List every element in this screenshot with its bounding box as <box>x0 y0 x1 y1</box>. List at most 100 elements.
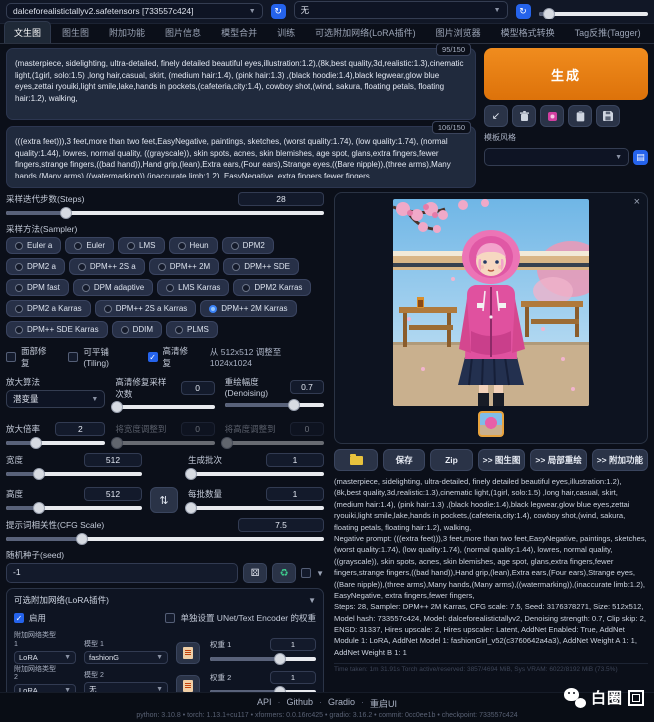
lora-model-dropdown[interactable]: 无▼ <box>84 682 168 692</box>
checkpoint-dropdown[interactable]: dalceforealistictallyv2.safetensors [733… <box>6 3 263 19</box>
tab-文生图[interactable]: 文生图 <box>4 21 51 43</box>
lora-weight-slider[interactable] <box>210 685 316 692</box>
paste-params-button[interactable]: ↙ <box>484 105 508 127</box>
output-action-button[interactable]: Zip <box>430 449 472 471</box>
sampler-option[interactable]: DPM2 a <box>6 258 65 275</box>
sampler-option[interactable]: DPM++ SDE Karras <box>6 321 108 338</box>
clear-prompt-button[interactable] <box>512 105 536 127</box>
restore-faces-checkbox[interactable]: 面部修复 <box>6 345 54 369</box>
vae-dropdown[interactable]: 无 ▼ <box>294 1 508 19</box>
height-value[interactable]: 512 <box>84 487 142 501</box>
sampler-option[interactable]: DPM2 <box>222 237 274 254</box>
sampler-option[interactable]: DPM++ 2S a Karras <box>95 300 197 317</box>
denoising-slider[interactable] <box>225 398 324 410</box>
style-template-dropdown[interactable]: ▼ <box>484 148 629 166</box>
sampler-option[interactable]: DPM++ 2S a <box>69 258 145 275</box>
lora-type-dropdown[interactable]: LoRA▼ <box>14 684 76 692</box>
sampler-option[interactable]: DPM2 Karras <box>233 279 311 296</box>
lora-weight-value[interactable]: 1 <box>270 671 316 684</box>
sampler-option[interactable]: DDIM <box>112 321 162 338</box>
negative-prompt-input[interactable]: (((extra feet))),3 feet,more than two fe… <box>15 136 467 178</box>
hires-steps-slider[interactable] <box>115 400 214 412</box>
generated-image[interactable] <box>393 199 589 406</box>
clip-skip-slider[interactable] <box>539 7 649 19</box>
width-slider[interactable] <box>6 467 142 479</box>
lora-weight-slider[interactable] <box>210 652 316 664</box>
denoising-value[interactable]: 0.7 <box>290 380 324 394</box>
lora-file-button[interactable] <box>176 675 200 692</box>
seed-expand-icon[interactable]: ▼ <box>316 569 324 578</box>
footer-link-API[interactable]: API <box>257 697 272 710</box>
hires-fix-checkbox[interactable]: ✓高清修复 <box>148 345 196 369</box>
steps-slider[interactable] <box>6 206 324 218</box>
image-thumbnail[interactable] <box>478 411 504 437</box>
extra-seed-checkbox[interactable] <box>301 568 311 578</box>
sampler-option[interactable]: DPM++ 2M <box>149 258 219 275</box>
upscale-by-slider[interactable] <box>6 436 105 448</box>
sampler-option[interactable]: DPM fast <box>6 279 69 296</box>
tab-模型合并[interactable]: 模型合并 <box>212 22 266 43</box>
extra-networks-button[interactable] <box>540 105 564 127</box>
tab-图片信息[interactable]: 图片信息 <box>156 22 210 43</box>
lora-weight-value[interactable]: 1 <box>270 638 316 651</box>
batch-size-value[interactable]: 1 <box>266 487 324 501</box>
apply-styles-blue-button[interactable]: ▤ <box>633 150 648 165</box>
lora-type-dropdown[interactable]: LoRA▼ <box>14 651 76 664</box>
lora-file-button[interactable] <box>176 642 200 664</box>
sampler-option[interactable]: Heun <box>169 237 218 254</box>
sampler-option[interactable]: DPM adaptive <box>73 279 153 296</box>
footer-link-重启UI[interactable]: 重启UI <box>370 697 397 710</box>
lora-separate-weights-checkbox[interactable]: 单独设置 UNet/Text Encoder 的权重 <box>165 612 316 624</box>
sampler-option[interactable]: LMS Karras <box>157 279 229 296</box>
lora-enable-checkbox[interactable]: ✓启用 <box>14 612 46 624</box>
apply-style-button[interactable] <box>568 105 592 127</box>
random-seed-button[interactable]: ⚄ <box>243 563 267 583</box>
swap-dimensions-button[interactable]: ⇅ <box>150 487 178 513</box>
sampler-option[interactable]: Euler <box>65 237 114 254</box>
output-action-button[interactable]: >> 局部重绘 <box>530 449 586 471</box>
open-folder-button[interactable] <box>334 449 378 471</box>
batch-count-value[interactable]: 1 <box>266 453 324 467</box>
lora-panel: 可选附加网络(LoRA插件) ▼ ✓启用 单独设置 UNet/Text Enco… <box>6 588 324 692</box>
upscaler-dropdown[interactable]: 潜变量 ▼ <box>6 390 105 408</box>
batch-count-slider[interactable] <box>188 467 324 479</box>
sampler-option[interactable]: DPM2 a Karras <box>6 300 91 317</box>
seed-input[interactable]: -1 <box>6 563 238 583</box>
sampler-option[interactable]: DPM++ SDE <box>223 258 299 275</box>
lora-weight-label: 权重 1 <box>210 639 231 650</box>
output-action-button[interactable]: >> 附加功能 <box>592 449 648 471</box>
footer-link-Gradio[interactable]: Gradio <box>328 697 355 710</box>
steps-value[interactable]: 28 <box>238 192 324 206</box>
tab-模型格式转换[interactable]: 模型格式转换 <box>492 22 564 43</box>
cfg-slider[interactable] <box>6 532 324 544</box>
save-style-button[interactable] <box>596 105 620 127</box>
tiling-checkbox[interactable]: 可平铺(Tiling) <box>68 346 133 368</box>
tab-图片浏览器[interactable]: 图片浏览器 <box>427 22 490 43</box>
tab-图生图[interactable]: 图生图 <box>53 22 98 43</box>
cfg-value[interactable]: 7.5 <box>238 518 324 532</box>
batch-size-slider[interactable] <box>188 501 324 513</box>
output-action-button[interactable]: 保存 <box>383 449 425 471</box>
lora-collapse-icon[interactable]: ▼ <box>308 596 316 605</box>
sampler-option[interactable]: PLMS <box>166 321 218 338</box>
sampler-option[interactable]: Euler a <box>6 237 61 254</box>
refresh-vae-button[interactable]: ↻ <box>516 4 531 19</box>
refresh-checkpoint-button[interactable]: ↻ <box>271 4 286 19</box>
width-value[interactable]: 512 <box>84 453 142 467</box>
tab-附加功能[interactable]: 附加功能 <box>100 22 154 43</box>
generate-button[interactable]: 生成 <box>484 48 648 100</box>
close-icon[interactable]: × <box>634 196 640 208</box>
tab-训练[interactable]: 训练 <box>268 22 304 43</box>
height-slider[interactable] <box>6 501 142 513</box>
tab-可选附加网络(LoRA插件)[interactable]: 可选附加网络(LoRA插件) <box>306 22 425 43</box>
sampler-option[interactable]: DPM++ 2M Karras <box>200 300 296 317</box>
lora-model-dropdown[interactable]: fashionG▼ <box>84 651 168 664</box>
upscale-by-value[interactable]: 2 <box>55 422 105 436</box>
positive-prompt-input[interactable]: (masterpiece, sidelighting, ultra-detail… <box>15 58 467 110</box>
hires-steps-value[interactable]: 0 <box>181 381 215 395</box>
output-action-button[interactable]: >> 图生图 <box>478 449 526 471</box>
tab-Tag反推(Tagger)[interactable]: Tag反推(Tagger) <box>566 22 650 43</box>
sampler-option[interactable]: LMS <box>118 237 164 254</box>
footer-link-Github[interactable]: Github <box>286 697 313 710</box>
reuse-seed-button[interactable]: ♻ <box>272 563 296 583</box>
